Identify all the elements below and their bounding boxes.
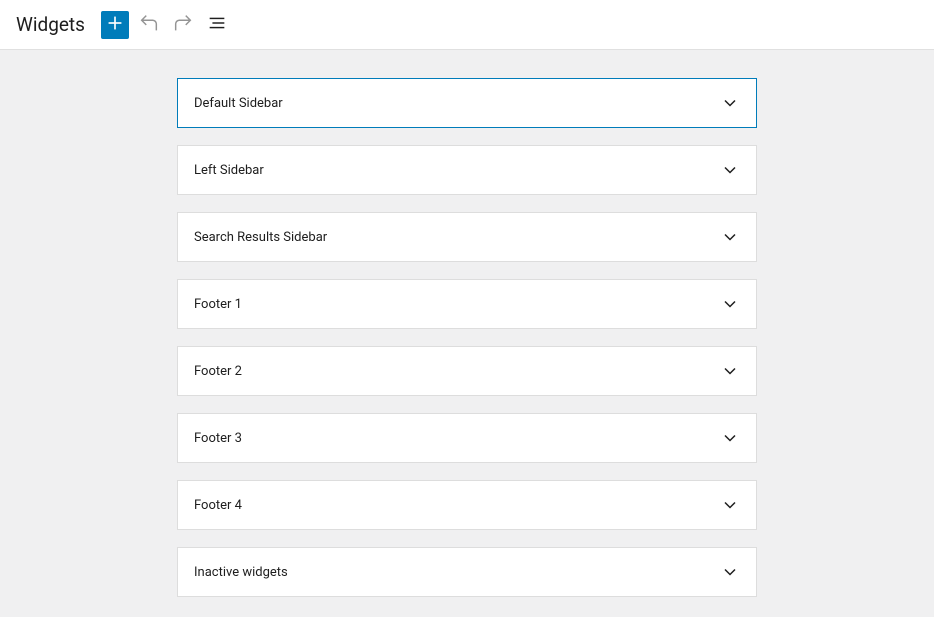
chevron-down-icon xyxy=(720,361,740,381)
widget-area-label: Default Sidebar xyxy=(194,96,283,111)
redo-icon xyxy=(172,12,194,37)
widget-area-label: Left Sidebar xyxy=(194,163,264,178)
widget-area-label: Footer 1 xyxy=(194,297,242,312)
chevron-down-icon xyxy=(720,93,740,113)
page-title: Widgets xyxy=(16,13,85,36)
list-view-icon xyxy=(206,12,228,37)
widget-area-footer-1[interactable]: Footer 1 xyxy=(177,279,757,329)
widget-area-left-sidebar[interactable]: Left Sidebar xyxy=(177,145,757,195)
widget-area-footer-2[interactable]: Footer 2 xyxy=(177,346,757,396)
list-view-button[interactable] xyxy=(203,11,231,39)
chevron-down-icon xyxy=(720,227,740,247)
toolbar: Widgets xyxy=(0,0,934,50)
widget-area-label: Footer 2 xyxy=(194,364,242,379)
widget-area-inactive-widgets[interactable]: Inactive widgets xyxy=(177,547,757,597)
widget-area-label: Search Results Sidebar xyxy=(194,230,327,245)
widget-areas-list: Default Sidebar Left Sidebar Search Resu… xyxy=(0,50,934,617)
undo-button[interactable] xyxy=(135,11,163,39)
undo-icon xyxy=(138,12,160,37)
widget-area-default-sidebar[interactable]: Default Sidebar xyxy=(177,78,757,128)
widget-area-label: Inactive widgets xyxy=(194,565,288,580)
plus-icon xyxy=(104,12,126,37)
widget-area-label: Footer 3 xyxy=(194,431,242,446)
widget-area-search-results-sidebar[interactable]: Search Results Sidebar xyxy=(177,212,757,262)
chevron-down-icon xyxy=(720,562,740,582)
chevron-down-icon xyxy=(720,428,740,448)
chevron-down-icon xyxy=(720,294,740,314)
widget-area-footer-3[interactable]: Footer 3 xyxy=(177,413,757,463)
chevron-down-icon xyxy=(720,160,740,180)
widget-area-footer-4[interactable]: Footer 4 xyxy=(177,480,757,530)
widget-area-label: Footer 4 xyxy=(194,498,242,513)
add-block-button[interactable] xyxy=(101,11,129,39)
redo-button[interactable] xyxy=(169,11,197,39)
chevron-down-icon xyxy=(720,495,740,515)
